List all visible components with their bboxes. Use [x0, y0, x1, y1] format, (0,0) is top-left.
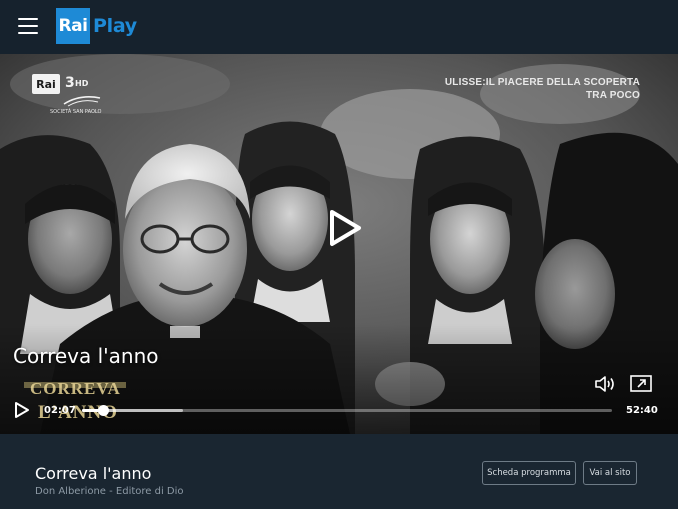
- video-player[interactable]: Rai 3 HD SOCIETÀ SAN PAOLO ULISSE:IL PIA…: [0, 54, 678, 434]
- rai3hd-channel-logo: Rai 3 HD SOCIETÀ SAN PAOLO: [32, 74, 108, 120]
- upcoming-line1: ULISSE:IL PIACERE DELLA SCOPERTA: [444, 77, 640, 88]
- top-header: Rai Play: [0, 0, 678, 54]
- picture-in-picture-icon[interactable]: [630, 375, 652, 393]
- program-title: Correva l'anno: [35, 464, 152, 483]
- channel-swoosh-icon: [63, 96, 101, 107]
- channel-logo-hd: HD: [75, 79, 89, 88]
- menu-bar: [18, 25, 38, 27]
- scheda-programma-button[interactable]: Scheda programma: [482, 461, 576, 485]
- menu-bar: [18, 18, 38, 20]
- upcoming-program-banner: ULISSE:IL PIACERE DELLA SCOPERTA TRA POC…: [445, 76, 640, 102]
- channel-logo-number: 3: [65, 75, 75, 91]
- play-icon[interactable]: [327, 209, 363, 247]
- time-current: 02:07: [44, 405, 76, 416]
- logo-text: Play: [93, 15, 137, 37]
- vai-al-sito-button[interactable]: Vai al sito: [583, 461, 637, 485]
- progress-bar[interactable]: [82, 405, 612, 416]
- channel-logo-rai: Rai: [32, 74, 60, 94]
- upcoming-line2: TRA POCO: [585, 90, 640, 101]
- burned-in-title-graphic: CORREVA L'ANNO: [24, 379, 126, 423]
- raiplay-logo[interactable]: Rai Play: [56, 8, 137, 44]
- volume-icon[interactable]: [594, 375, 616, 393]
- program-info-bar: Correva l'anno Don Alberione - Editore d…: [0, 434, 678, 509]
- episode-subtitle: Don Alberione - Editore di Dio: [35, 486, 184, 497]
- play-icon[interactable]: [13, 401, 31, 419]
- channel-logo-sponsor: SOCIETÀ SAN PAOLO: [50, 109, 102, 115]
- logo-box: Rai: [56, 8, 90, 44]
- video-title: Correva l'anno: [13, 344, 159, 368]
- hamburger-menu-icon[interactable]: [18, 17, 38, 35]
- burned-title-line1: CORREVA: [30, 379, 121, 398]
- time-total: 52:40: [626, 405, 658, 416]
- menu-bar: [18, 32, 38, 34]
